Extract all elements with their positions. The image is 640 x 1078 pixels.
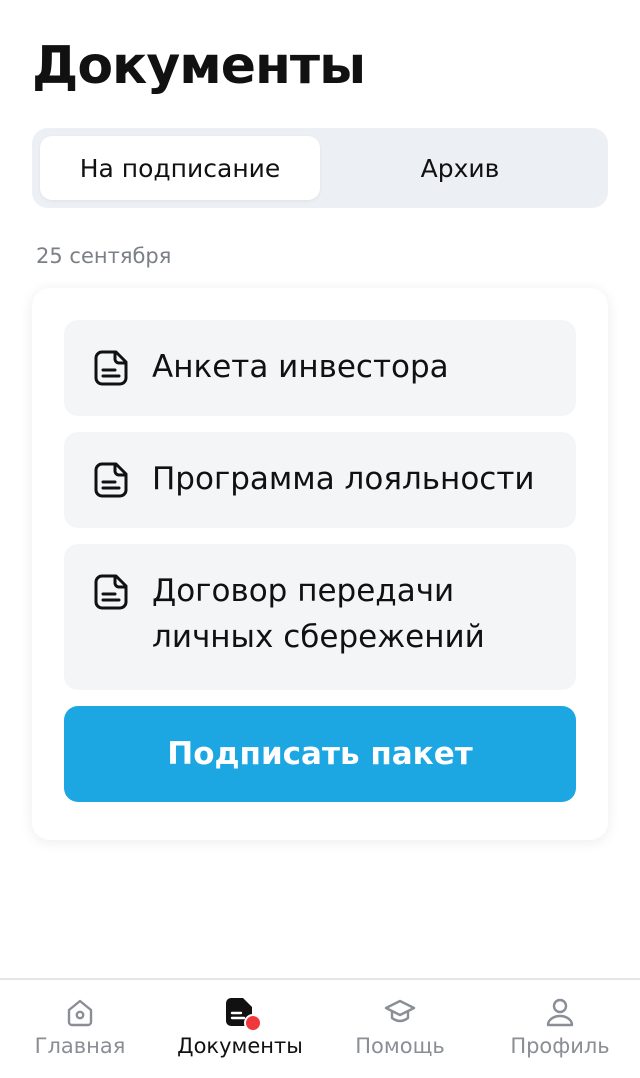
document-item[interactable]: Договор передачи личных сбережений bbox=[64, 544, 576, 690]
nav-item-home[interactable]: Главная bbox=[0, 980, 160, 1078]
nav-label: Профиль bbox=[510, 1034, 610, 1058]
nav-label: Главная bbox=[34, 1034, 126, 1058]
nav-item-help[interactable]: Помощь bbox=[320, 980, 480, 1078]
page-title: Документы bbox=[32, 36, 366, 96]
home-icon bbox=[67, 999, 93, 1027]
nav-item-documents[interactable]: Документы bbox=[160, 980, 320, 1078]
document-item[interactable]: Программа лояльности bbox=[64, 432, 576, 528]
group-date: 25 сентября bbox=[36, 244, 172, 268]
tab-to-sign[interactable]: На подписание bbox=[40, 136, 320, 200]
graduation-cap-icon bbox=[384, 999, 416, 1023]
segmented-control: На подписание Архив bbox=[32, 128, 608, 208]
document-icon bbox=[94, 350, 128, 386]
documents-card: Анкета инвестора Программа лояльности До… bbox=[32, 288, 608, 840]
sign-package-button[interactable]: Подписать пакет bbox=[64, 706, 576, 802]
nav-label: Помощь bbox=[355, 1034, 445, 1058]
nav-label: Документы bbox=[177, 1034, 303, 1058]
document-icon bbox=[94, 574, 128, 610]
tab-archive[interactable]: Архив bbox=[320, 136, 600, 200]
document-item[interactable]: Анкета инвестора bbox=[64, 320, 576, 416]
document-title: Договор передачи личных сбережений bbox=[152, 573, 485, 655]
document-title: Анкета инвестора bbox=[152, 349, 449, 385]
bottom-nav: Главная Документы Помощь Профиль bbox=[0, 978, 640, 1078]
document-title: Программа лояльности bbox=[152, 461, 535, 497]
documents-icon bbox=[224, 996, 262, 1032]
notification-badge bbox=[244, 1014, 262, 1032]
nav-item-profile[interactable]: Профиль bbox=[480, 980, 640, 1078]
document-icon bbox=[94, 462, 128, 498]
profile-icon bbox=[546, 998, 574, 1027]
